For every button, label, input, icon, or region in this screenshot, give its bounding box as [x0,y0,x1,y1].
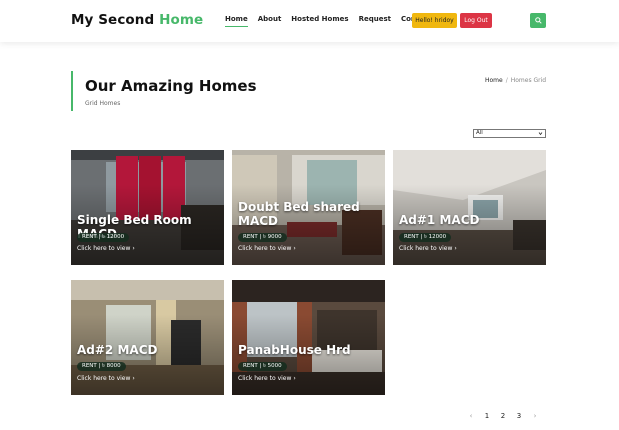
price-badge: RENT | ৳ 8000 [77,362,126,371]
chevron-right-icon: › [293,375,296,382]
main-nav: Home About Hosted Homes Request Contact [225,15,431,27]
nav-about[interactable]: About [258,15,282,27]
price-badge: RENT | ৳ 5000 [238,362,287,371]
breadcrumb: Home / Homes Grid [485,77,546,84]
view-link-label: Click here to view [238,375,292,382]
brand-accent-text: Home [159,12,204,28]
breadcrumb-separator: / [505,77,508,84]
next-page-button[interactable]: › [527,412,543,420]
pagination: ‹ 1 2 3 › [463,412,543,420]
listing-card[interactable]: Doubt Bed shared MACD RENT | ৳ 9000 Clic… [232,150,385,265]
top-navbar: My Second Home Home About Hosted Homes R… [0,0,619,42]
filter-select[interactable]: All [473,129,546,138]
nav-home[interactable]: Home [225,15,248,27]
listing-card[interactable]: PanabHouse Hrd RENT | ৳ 5000 Click here … [232,280,385,395]
filter-select-value: All [476,130,483,136]
chevron-right-icon: › [293,245,296,252]
view-link-label: Click here to view [77,375,131,382]
listing-card[interactable]: Ad#1 MACD RENT | ৳ 12000 Click here to v… [393,150,546,265]
breadcrumb-home[interactable]: Home [485,77,503,84]
view-link[interactable]: Click here to view › [77,375,135,382]
listing-title: Ad#1 MACD [399,213,480,227]
page-2[interactable]: 2 [495,412,511,420]
listing-card[interactable]: Single Bed Room MACD RENT | ৳ 12000 Clic… [71,150,224,265]
nav-request[interactable]: Request [359,15,391,27]
nav-hosted-homes[interactable]: Hosted Homes [291,15,348,27]
search-icon [534,17,542,24]
page-3[interactable]: 3 [511,412,527,420]
view-link-label: Click here to view [77,245,131,252]
listing-card[interactable]: Ad#2 MACD RENT | ৳ 8000 Click here to vi… [71,280,224,395]
page-subtitle: Grid Homes [85,100,121,107]
chevron-right-icon: › [454,245,457,252]
view-link-label: Click here to view [399,245,453,252]
breadcrumb-current: Homes Grid [510,77,547,84]
brand-text: My Second [71,12,155,28]
price-badge: RENT | ৳ 12000 [399,233,452,242]
listing-title: Ad#2 MACD [77,343,158,357]
view-link[interactable]: Click here to view › [77,245,135,252]
listing-title: PanabHouse Hrd [238,343,351,357]
logout-button[interactable]: Log Out [460,13,492,28]
user-greeting-button[interactable]: Hello! hridoy [412,13,457,28]
view-link[interactable]: Click here to view › [238,245,296,252]
prev-page-button[interactable]: ‹ [463,412,479,420]
page-title: Our Amazing Homes [85,77,257,95]
listing-title: Doubt Bed shared MACD [238,200,360,228]
page-heading: Our Amazing Homes Grid Homes [71,71,257,111]
chevron-right-icon: › [132,245,135,252]
view-link-label: Click here to view [238,245,292,252]
view-link[interactable]: Click here to view › [238,375,296,382]
view-link[interactable]: Click here to view › [399,245,457,252]
brand-logo[interactable]: My Second Home [71,12,203,28]
chevron-right-icon: › [132,375,135,382]
page-1[interactable]: 1 [479,412,495,420]
price-badge: RENT | ৳ 12000 [77,233,130,242]
search-button[interactable] [530,13,546,28]
price-badge: RENT | ৳ 9000 [238,233,287,242]
chevron-down-icon [538,132,543,136]
